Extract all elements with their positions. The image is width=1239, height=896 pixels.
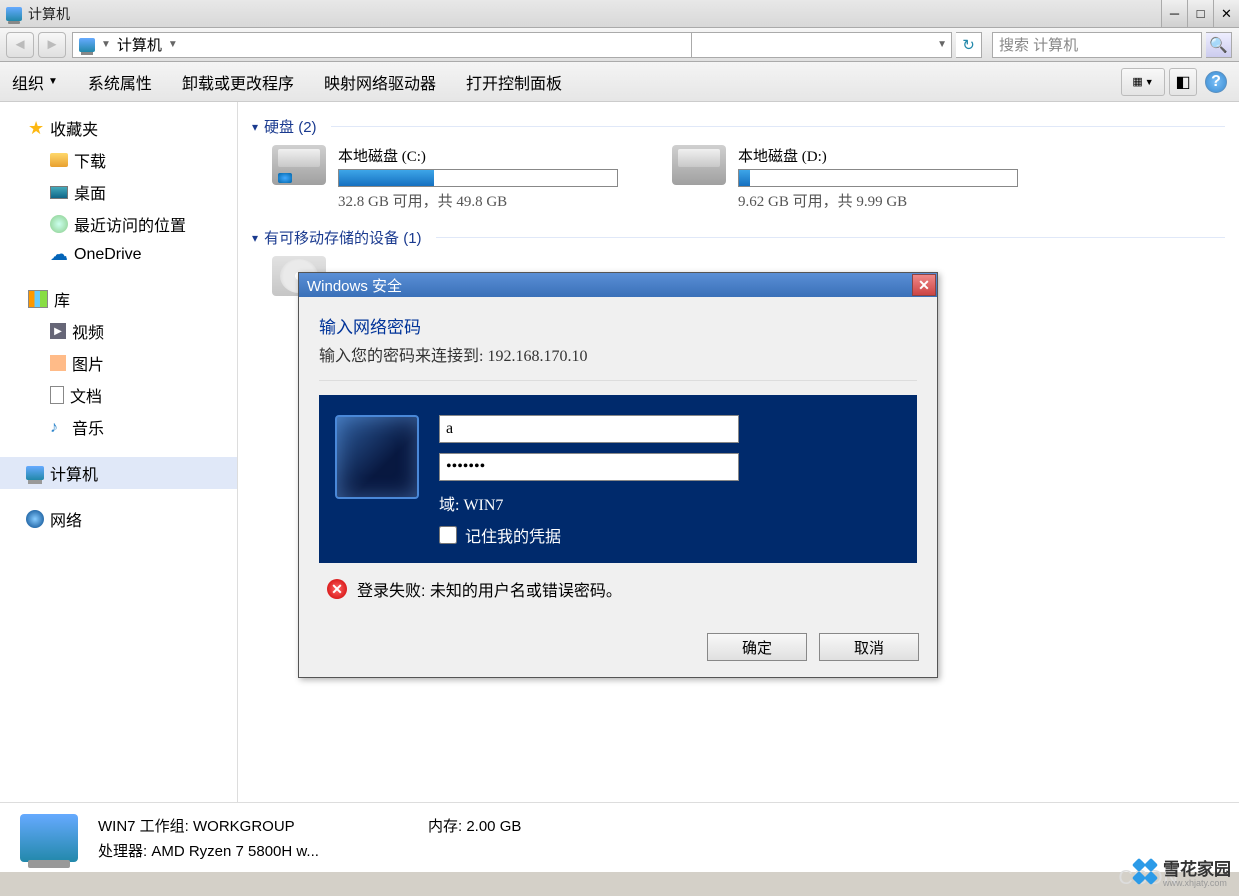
onedrive-icon: ☁ — [50, 244, 68, 265]
user-avatar-icon — [335, 415, 419, 499]
minimize-button[interactable]: ─ — [1161, 0, 1187, 27]
cancel-button[interactable]: 取消 — [819, 633, 919, 661]
capacity-bar — [738, 169, 1018, 187]
dialog-subtitle: 输入您的密码来连接到: 192.168.170.10 — [319, 342, 917, 366]
video-icon: ▶ — [50, 323, 66, 339]
search-button[interactable]: 🔍 — [1206, 32, 1232, 58]
uninstall-button[interactable]: 卸载或更改程序 — [182, 70, 294, 94]
navigation-pane: ★收藏夹 下载 桌面 最近访问的位置 ☁OneDrive 库 ▶视频 图片 文档… — [0, 102, 238, 802]
music-icon: ♪ — [50, 419, 66, 435]
back-button[interactable]: ◄ — [6, 32, 34, 58]
group-header-hdd[interactable]: ▾硬盘 (2) — [252, 116, 1225, 137]
view-options-button[interactable]: ▦▼ — [1121, 68, 1165, 96]
maximize-button[interactable]: □ — [1187, 0, 1213, 27]
sidebar-item-onedrive[interactable]: ☁OneDrive — [0, 240, 237, 269]
map-drive-button[interactable]: 映射网络驱动器 — [324, 70, 436, 94]
preview-pane-button[interactable]: ◧ — [1169, 68, 1197, 96]
snowflake-logo-icon — [1133, 859, 1159, 885]
sidebar-item-pictures[interactable]: 图片 — [0, 347, 237, 379]
command-bar: 组织 ▼ 系统属性 卸载或更改程序 映射网络驱动器 打开控制面板 ▦▼ ◧ ? — [0, 62, 1239, 102]
details-memory: 内存: 2.00 GB — [428, 815, 688, 836]
watermark-brand: 雪花家园 www.xhjaty.com — [1133, 855, 1231, 888]
address-bar[interactable]: ▼ 计算机 ▼ — [72, 32, 692, 58]
dialog-titlebar[interactable]: Windows 安全 ✕ — [299, 273, 937, 297]
sidebar-item-downloads[interactable]: 下载 — [0, 144, 237, 176]
drive-stat: 9.62 GB 可用，共 9.99 GB — [738, 190, 1022, 211]
control-panel-button[interactable]: 打开控制面板 — [466, 70, 562, 94]
breadcrumb[interactable]: 计算机 — [117, 34, 162, 55]
drive-c[interactable]: 本地磁盘 (C:) 32.8 GB 可用，共 49.8 GB — [272, 145, 622, 211]
hdd-icon — [672, 145, 726, 185]
details-pane: WIN7 工作组: WORKGROUP 内存: 2.00 GB 处理器: AMD… — [0, 802, 1239, 872]
error-icon: ✕ — [327, 579, 347, 599]
sidebar-item-music[interactable]: ♪音乐 — [0, 411, 237, 443]
sidebar-item-computer[interactable]: 计算机 — [0, 457, 237, 489]
picture-icon — [50, 355, 66, 371]
drive-label: 本地磁盘 (D:) — [738, 145, 1022, 166]
ok-button[interactable]: 确定 — [707, 633, 807, 661]
sidebar-item-desktop[interactable]: 桌面 — [0, 176, 237, 208]
computer-icon — [6, 7, 22, 21]
hdd-icon — [272, 145, 326, 185]
sidebar-item-network[interactable]: 网络 — [0, 503, 237, 535]
computer-icon — [26, 466, 44, 480]
computer-icon — [20, 814, 78, 862]
dialog-close-button[interactable]: ✕ — [912, 274, 936, 296]
dialog-heading: 输入网络密码 — [319, 313, 917, 338]
dialog-title: Windows 安全 — [307, 275, 402, 296]
details-workgroup: WIN7 工作组: WORKGROUP — [98, 815, 408, 836]
sidebar-item-videos[interactable]: ▶视频 — [0, 315, 237, 347]
drive-label: 本地磁盘 (C:) — [338, 145, 622, 166]
windows-security-dialog: Windows 安全 ✕ 输入网络密码 输入您的密码来连接到: 192.168.… — [298, 272, 938, 678]
domain-label: 域: WIN7 — [439, 491, 901, 515]
organize-menu[interactable]: 组织 ▼ — [12, 70, 58, 94]
sidebar-item-recent[interactable]: 最近访问的位置 — [0, 208, 237, 240]
forward-button[interactable]: ► — [38, 32, 66, 58]
network-icon — [26, 510, 44, 528]
address-dropdown[interactable]: ▼ — [692, 32, 952, 58]
username-input[interactable] — [439, 415, 739, 443]
error-message: ✕ 登录失败: 未知的用户名或错误密码。 — [319, 563, 917, 605]
drive-stat: 32.8 GB 可用，共 49.8 GB — [338, 190, 622, 211]
system-properties-button[interactable]: 系统属性 — [88, 70, 152, 94]
folder-icon — [50, 153, 68, 167]
nav-bar: ◄ ► ▼ 计算机 ▼ ▼ ↻ 搜索 计算机 🔍 — [0, 28, 1239, 62]
desktop-icon — [50, 186, 68, 199]
window-titlebar: 计算机 ─ □ ✕ — [0, 0, 1239, 28]
document-icon — [50, 386, 64, 404]
close-button[interactable]: ✕ — [1213, 0, 1239, 27]
details-cpu: 处理器: AMD Ryzen 7 5800H w... — [98, 840, 408, 861]
sidebar-item-documents[interactable]: 文档 — [0, 379, 237, 411]
star-icon: ★ — [28, 118, 44, 139]
refresh-button[interactable]: ↻ — [956, 32, 982, 58]
capacity-bar — [338, 169, 618, 187]
recent-icon — [50, 215, 68, 233]
library-icon — [28, 290, 48, 308]
drive-d[interactable]: 本地磁盘 (D:) 9.62 GB 可用，共 9.99 GB — [672, 145, 1022, 211]
help-button[interactable]: ? — [1205, 71, 1227, 93]
group-header-removable[interactable]: ▾有可移动存储的设备 (1) — [252, 227, 1225, 248]
remember-checkbox-input[interactable] — [439, 526, 457, 544]
password-input[interactable] — [439, 453, 739, 481]
search-input[interactable]: 搜索 计算机 — [992, 32, 1202, 58]
credential-panel: 域: WIN7 记住我的凭据 — [319, 395, 917, 563]
favorites-group[interactable]: ★收藏夹 — [0, 112, 237, 144]
remember-credentials-checkbox[interactable]: 记住我的凭据 — [439, 523, 901, 547]
computer-icon — [79, 38, 95, 52]
window-title: 计算机 — [28, 4, 1161, 24]
libraries-group[interactable]: 库 — [0, 283, 237, 315]
